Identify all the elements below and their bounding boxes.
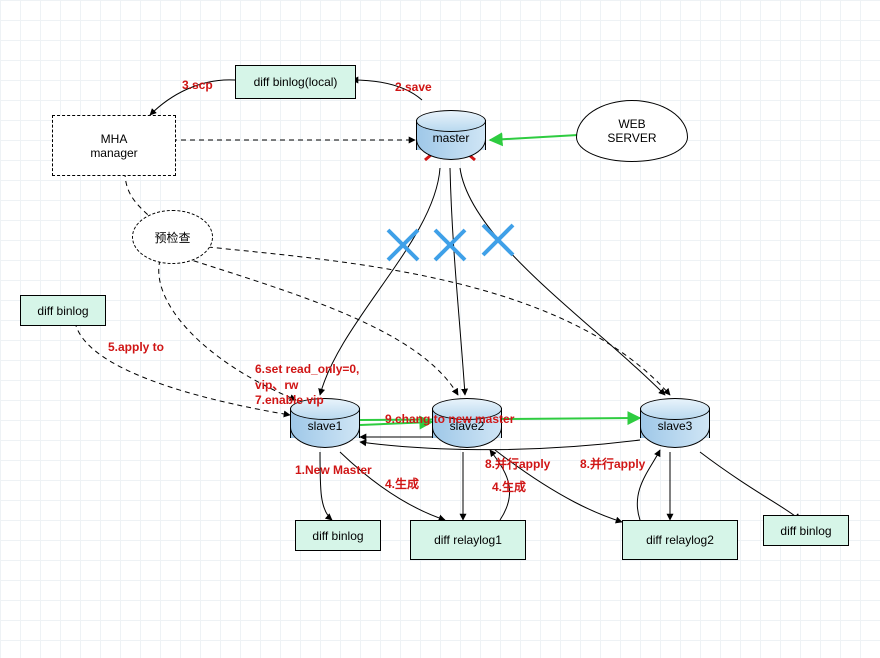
diff-relaylog1-box: diff relaylog1	[410, 520, 526, 560]
diff-binlog-bl-box: diff binlog	[295, 520, 381, 551]
diff-relaylog1-label: diff relaylog1	[434, 533, 502, 547]
anno-setro: 6.set read_only=0, vip、rw 7.enable vip	[255, 362, 359, 407]
anno-scp: 3.scp	[182, 78, 213, 92]
anno-applyto: 5.apply to	[108, 340, 164, 354]
precheck-label: 预检查	[154, 229, 190, 246]
mha-manager-label: MHA manager	[90, 132, 137, 160]
master-db: master	[416, 110, 486, 160]
anno-save: 2.save	[395, 80, 432, 94]
mha-manager-box: MHA manager	[52, 115, 176, 176]
anno-changenew: 9.chang to new master	[385, 412, 514, 426]
diff-binlog-local-box: diff binlog(local)	[235, 65, 356, 99]
diff-binlog-left-label: diff binlog	[37, 304, 88, 318]
anno-gen1: 4.生成	[385, 475, 419, 492]
anno-parapply1: 8.并行apply	[485, 455, 550, 472]
diff-binlog-local-label: diff binlog(local)	[254, 75, 338, 89]
diff-relaylog2-box: diff relaylog2	[622, 520, 738, 560]
slave3-db: slave3	[640, 398, 710, 448]
diff-binlog-bl-label: diff binlog	[312, 529, 363, 543]
diff-relaylog2-label: diff relaylog2	[646, 533, 714, 547]
diff-binlog-br-label: diff binlog	[780, 524, 831, 538]
anno-gen2: 4.生成	[492, 478, 526, 495]
precheck-ellipse: 预检查	[132, 210, 213, 264]
anno-parapply2: 8.并行apply	[580, 455, 645, 472]
web-server-label: WEB SERVER	[607, 117, 656, 145]
diff-binlog-left-box: diff binlog	[20, 295, 106, 326]
diff-binlog-br-box: diff binlog	[763, 515, 849, 546]
anno-newmaster: 1.New Master	[295, 463, 372, 477]
